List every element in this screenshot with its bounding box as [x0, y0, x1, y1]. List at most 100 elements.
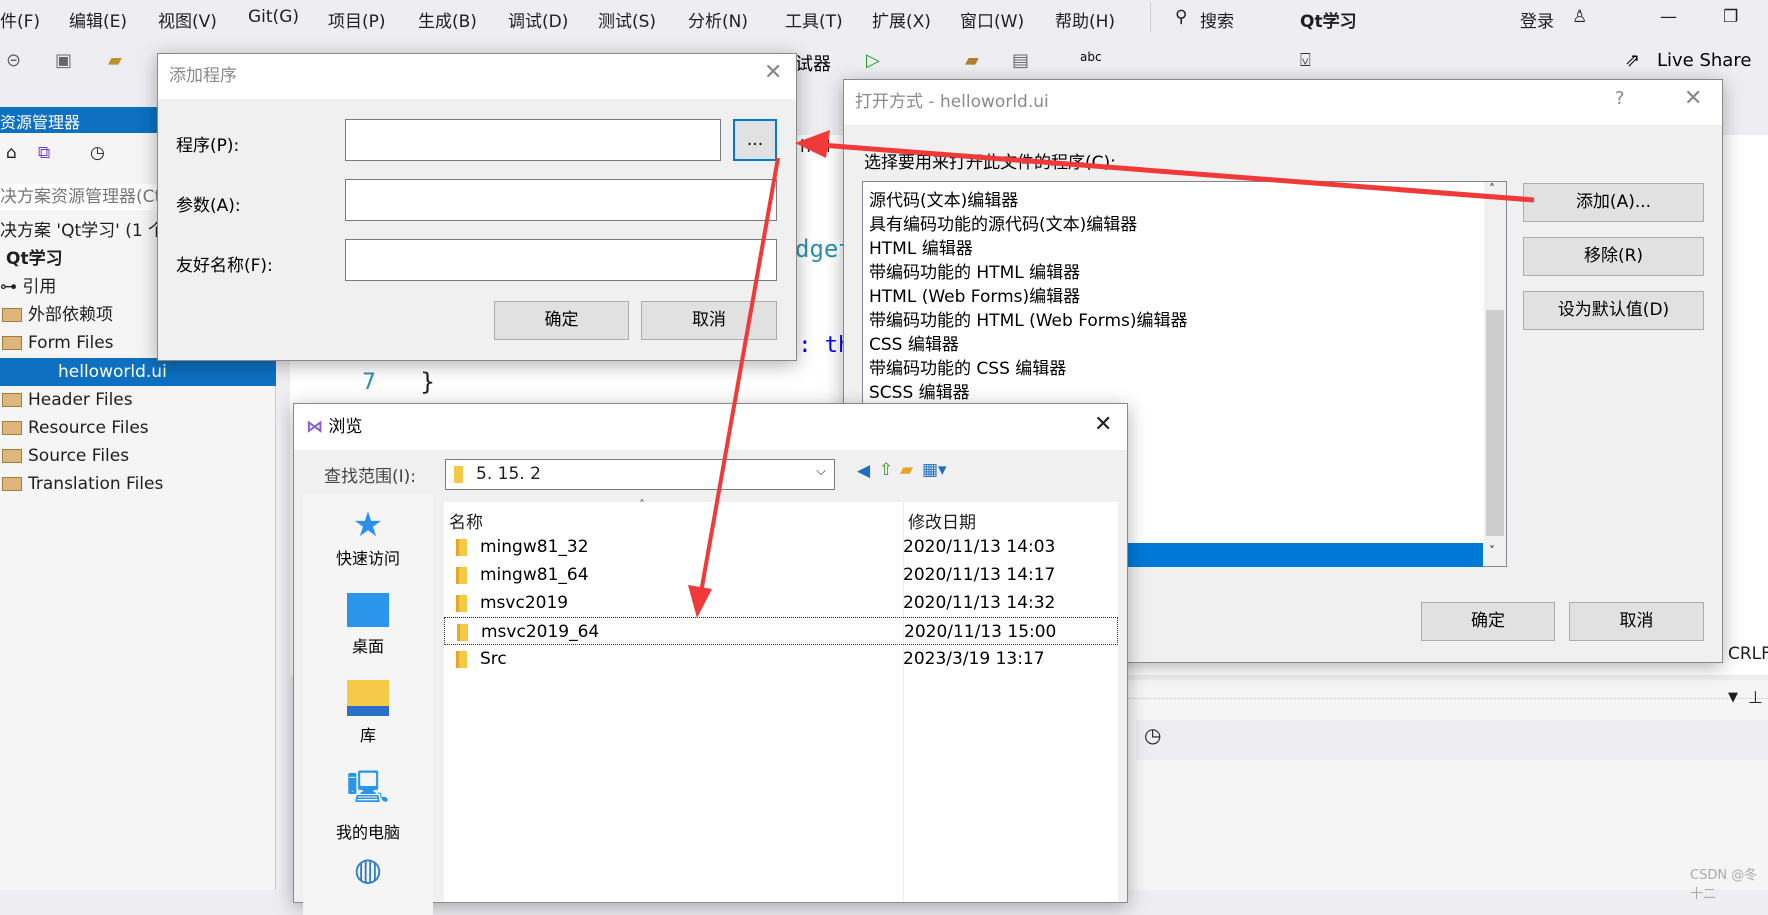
tree-item-resource-files[interactable]: Resource Files [0, 414, 276, 442]
menu-git[interactable]: Git(G) [248, 7, 299, 27]
menu-analyze[interactable]: 分析(N) [688, 7, 748, 32]
bookmark-icon[interactable]: ⍌ [1300, 50, 1311, 71]
list-item[interactable]: HTML 编辑器 [869, 234, 973, 259]
home-icon[interactable]: ⌂ [6, 143, 17, 163]
history-icon[interactable]: ◷ [1136, 720, 1768, 760]
file-list[interactable]: ˄ 名称 修改日期 mingw81_32 2020/11/13 14:03 min… [444, 498, 1118, 902]
menu-build[interactable]: 生成(B) [418, 7, 477, 32]
ok-button[interactable]: 确定 [1421, 602, 1555, 641]
ok-button[interactable]: 确定 [494, 301, 629, 340]
close-button[interactable]: ✕ [764, 60, 782, 85]
menu-file[interactable]: 件(F) [0, 7, 40, 32]
list-item[interactable]: HTML (Web Forms)编辑器 [869, 282, 1080, 307]
navigate-forward-icon[interactable]: ⊝ [6, 50, 21, 71]
list-item[interactable]: 源代码(文本)编辑器 [869, 186, 1018, 211]
line-number: 7 [362, 370, 376, 395]
folder-icon [456, 539, 467, 556]
args-input[interactable] [345, 179, 777, 221]
scroll-down-icon[interactable]: ˅ [1489, 544, 1495, 558]
live-share-button[interactable]: Live Share [1657, 50, 1751, 71]
place-desktop[interactable]: 桌面 [303, 593, 433, 657]
scrollbar-thumb[interactable] [1486, 310, 1504, 536]
set-default-button[interactable]: 设为默认值(D) [1523, 291, 1704, 330]
search-icon[interactable]: ⚲ [1175, 7, 1187, 27]
list-item[interactable]: CSS 编辑器 [869, 330, 959, 355]
start-debug-icon[interactable]: ▷ [866, 50, 880, 71]
file-row[interactable]: Src 2023/3/19 13:17 [444, 645, 1118, 673]
menu-tools[interactable]: 工具(T) [785, 7, 843, 32]
menu-window[interactable]: 窗口(W) [960, 7, 1024, 32]
restore-button[interactable]: ❐ [1723, 7, 1738, 27]
menu-project[interactable]: 项目(P) [328, 7, 386, 32]
file-row[interactable]: mingw81_32 2020/11/13 14:03 [444, 533, 1118, 561]
place-library[interactable]: 库 [303, 680, 433, 746]
remove-button[interactable]: 移除(R) [1523, 237, 1704, 276]
vs-solution-icon[interactable]: ⧉ [38, 143, 50, 163]
menu-help[interactable]: 帮助(H) [1055, 7, 1115, 32]
add-button[interactable]: 添加(A)... [1523, 183, 1704, 222]
look-in-dropdown[interactable]: 5. 15. 2 ⌵ [445, 459, 835, 490]
scroll-up-icon[interactable]: ˄ [1489, 182, 1495, 196]
filter-folder-icon [2, 336, 22, 350]
friendly-name-input[interactable] [345, 239, 777, 281]
tree-item-source-files[interactable]: Source Files [0, 442, 276, 470]
place-quick-access[interactable]: ★ 快速访问 [303, 505, 433, 569]
list-item[interactable]: 带编码功能的 HTML (Web Forms)编辑器 [869, 306, 1188, 331]
list-item[interactable]: 带编码功能的 HTML 编辑器 [869, 258, 1080, 283]
live-share-icon[interactable]: ⇗ [1625, 50, 1640, 71]
debugger-label[interactable]: 试器 [795, 50, 831, 76]
new-project-icon[interactable]: ▣ [55, 50, 72, 71]
tree-item-header-files[interactable]: Header Files [0, 386, 276, 414]
window-layout-icon[interactable]: ▤ [1012, 50, 1029, 71]
program-input[interactable] [345, 119, 721, 161]
menu-edit[interactable]: 编辑(E) [69, 7, 127, 32]
line-ending-indicator[interactable]: CRLF [1728, 644, 1768, 664]
close-button[interactable]: ✕ [1094, 412, 1112, 437]
tree-item-translation-files[interactable]: Translation Files [0, 470, 276, 498]
panel-dropdown-icon[interactable]: ▼ [1728, 690, 1738, 705]
menu-test[interactable]: 测试(S) [598, 7, 656, 32]
file-row[interactable]: msvc2019 2020/11/13 14:32 [444, 589, 1118, 617]
up-folder-icon[interactable]: ⇧ [879, 460, 893, 480]
look-in-label: 查找范围(I): [324, 467, 417, 487]
back-icon[interactable]: ◀ [857, 461, 870, 481]
help-button[interactable]: ? [1615, 88, 1625, 109]
menu-view[interactable]: 视图(V) [158, 7, 217, 32]
args-label: 参数(A): [176, 196, 241, 216]
login-link[interactable]: 登录 [1520, 7, 1554, 32]
list-item[interactable]: 具有编码功能的源代码(文本)编辑器 [869, 210, 1137, 235]
view-menu-icon[interactable]: ▦▾ [922, 460, 947, 480]
program-list-label: 选择要用来打开此文件的程序(C): [864, 153, 1116, 173]
tree-item-helloworld-ui[interactable]: helloworld.ui [0, 358, 276, 386]
menu-debug[interactable]: 调试(D) [508, 7, 568, 32]
browse-button[interactable]: ... [733, 119, 777, 161]
menu-extensions[interactable]: 扩展(X) [872, 7, 931, 32]
friendly-name-label: 友好名称(F): [176, 256, 273, 276]
place-my-computer[interactable]: 🖳 我的电脑 [303, 765, 433, 843]
column-header-name[interactable]: 名称 [449, 508, 483, 533]
cancel-button[interactable]: 取消 [1569, 602, 1704, 641]
pin-icon[interactable]: ⊥ [1748, 688, 1763, 708]
find-in-files-icon[interactable]: ▰ [965, 50, 979, 71]
search-button[interactable]: 搜索 [1200, 7, 1234, 32]
file-row[interactable]: mingw81_64 2020/11/13 14:17 [444, 561, 1118, 589]
spellcheck-icon[interactable]: abc [1080, 50, 1102, 64]
minimize-button[interactable]: — [1660, 7, 1677, 27]
close-button[interactable]: ✕ [1684, 86, 1702, 111]
editor-tab[interactable]: hell [800, 137, 831, 157]
menu-separator [1150, 2, 1151, 32]
list-item[interactable]: SCSS 编辑器 [869, 378, 970, 403]
account-icon[interactable]: ♙ [1572, 7, 1587, 27]
cancel-button[interactable]: 取消 [641, 301, 777, 340]
folder-icon [456, 595, 467, 612]
new-folder-icon[interactable]: ▰ [900, 460, 913, 480]
folder-icon [456, 567, 467, 584]
history-icon[interactable]: ◷ [90, 143, 105, 163]
list-item[interactable]: 带编码功能的 CSS 编辑器 [869, 354, 1066, 379]
scrollbar[interactable]: ˄ ˅ [1484, 182, 1506, 566]
menu-bar: 件(F) 编辑(E) 视图(V) Git(G) 项目(P) 生成(B) 调试(D… [0, 0, 1768, 36]
column-header-date[interactable]: 修改日期 [908, 508, 976, 533]
network-icon[interactable]: ◍ [303, 850, 433, 888]
file-row-focused[interactable]: msvc2019_64 2020/11/13 15:00 [444, 617, 1118, 645]
open-folder-icon[interactable]: ▰ [108, 50, 122, 71]
